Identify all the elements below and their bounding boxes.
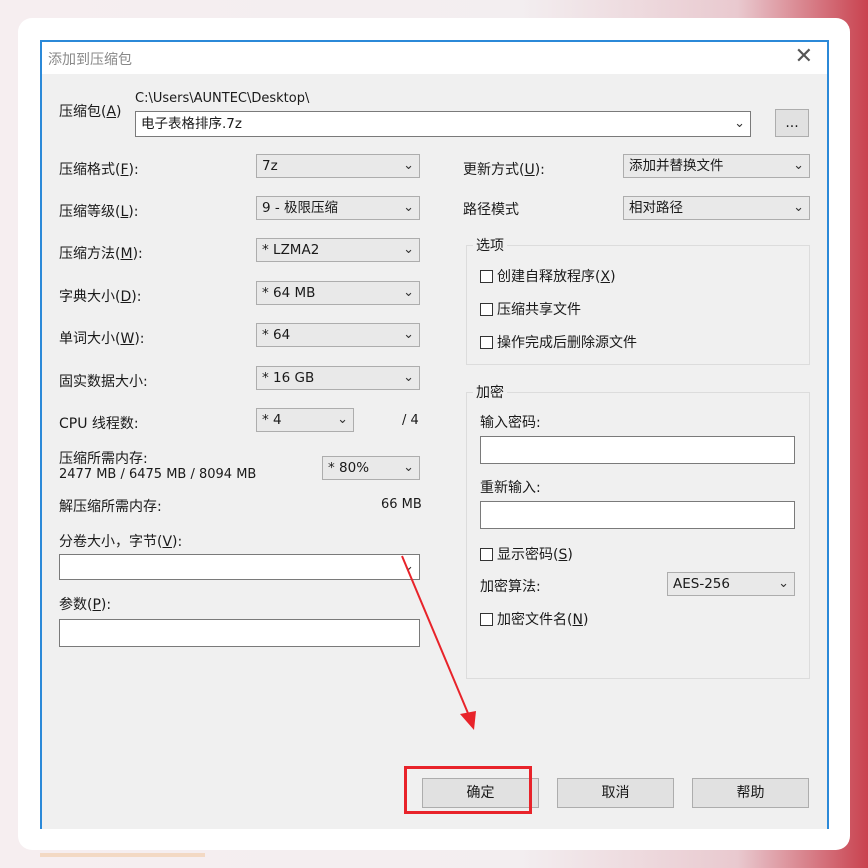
- annotation-highlight-box: [404, 766, 532, 814]
- annotation-overlay: [401, 555, 476, 730]
- annotation-arrowhead-icon: [460, 711, 476, 730]
- annotation-arrow-line: [401, 555, 471, 719]
